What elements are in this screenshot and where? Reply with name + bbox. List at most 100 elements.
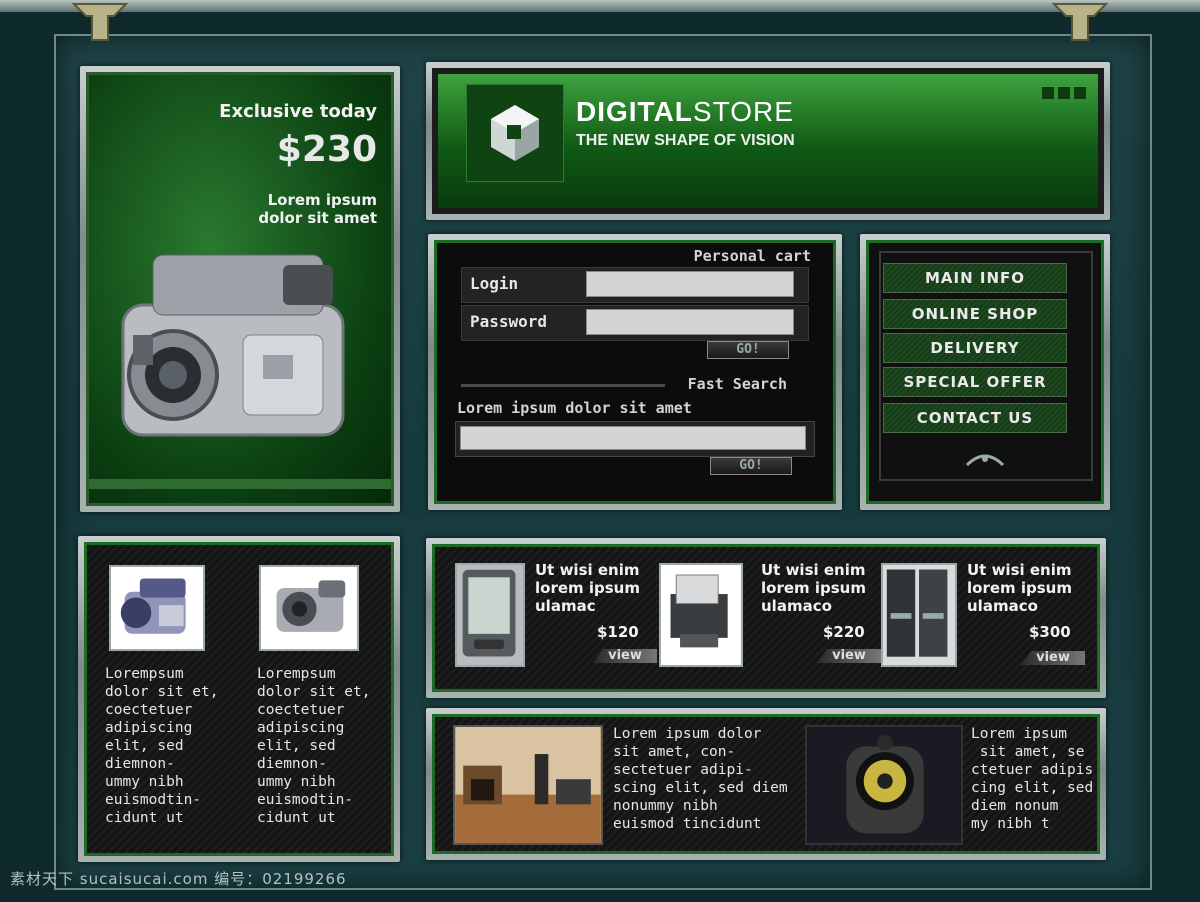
product-thumb-camcorder-2[interactable] [259, 565, 359, 651]
bottom-text-1-line: sit amet, con- [613, 744, 736, 760]
cart-search-inner: Personal cart Login Password GO! Fast Se… [434, 240, 836, 504]
bottom-text-2: Lorem ipsum sit amet, se ctetuer adipis … [971, 725, 1093, 833]
brand-name-bold: DIGITAL [576, 96, 693, 127]
login-label: Login [470, 274, 519, 293]
header-dot [1074, 87, 1086, 99]
product-3-line2: lorem ipsum [967, 579, 1072, 597]
bottom-text-1: Lorem ipsum dolor sit amet, con- sectetu… [613, 725, 788, 833]
left-product-text-line: elit, sed [257, 738, 336, 754]
header-inner: DIGITALSTORE THE NEW SHAPE OF VISION [432, 68, 1104, 214]
search-go-button[interactable]: GO! [710, 457, 792, 475]
product-2-view-button[interactable]: view [817, 649, 881, 663]
menu-item-online-shop[interactable]: ONLINE SHOP [883, 299, 1067, 329]
left-product-text-line: Lorempsum [105, 666, 184, 682]
left-product-text-line: elit, sed [105, 738, 184, 754]
search-caption: Lorem ipsum dolor sit amet [457, 399, 692, 417]
menu-item-delivery[interactable]: DELIVERY [883, 333, 1067, 363]
product-1-view-button[interactable]: view [593, 649, 657, 663]
promo-line1: Lorem ipsum [267, 191, 377, 209]
product-1-line2: lorem ipsum [535, 579, 640, 597]
product-1-title: Ut wisi enim lorem ipsum ulamac [535, 561, 640, 615]
promo-inner: Exclusive today $230 Lorem ipsum dolor s… [86, 72, 394, 506]
login-row: Login [461, 267, 809, 303]
left-product-text-line: cidunt ut [105, 810, 184, 826]
product-1-line1: Ut wisi enim [535, 561, 640, 579]
left-product-text-line: adipiscing [105, 720, 193, 736]
promo-title: Exclusive today [219, 101, 377, 122]
promo-price: $230 [276, 129, 377, 170]
menu-panel: MAIN INFO ONLINE SHOP DELIVERY SPECIAL O… [860, 234, 1110, 510]
left-product-text-line: dolor sit et, [257, 684, 371, 700]
product-2-price: $220 [823, 623, 865, 641]
left-product-text-line: Lorempsum [257, 666, 336, 682]
product-thumb-camcorder-1[interactable] [109, 565, 205, 651]
bottom-text-1-line: euismod tincidunt [613, 816, 762, 832]
ornament-clamp-right [1050, 0, 1110, 44]
search-input[interactable] [460, 426, 806, 450]
product-thumb-tower[interactable] [881, 563, 957, 667]
left-product-text-line: diemnon- [105, 756, 175, 772]
bottom-text-2-line: sit amet, se [971, 744, 1085, 760]
product-3-line3: ulamaco [967, 597, 1038, 615]
living-room-image[interactable] [453, 725, 603, 845]
left-products-inner: Lorempsum dolor sit et, coectetuer adipi… [84, 542, 394, 856]
bottom-text-2-line: ctetuer adipis [971, 762, 1094, 778]
header-dot [1042, 87, 1054, 99]
login-input[interactable] [586, 271, 794, 297]
product-1-price: $120 [597, 623, 639, 641]
bottom-text-2-line: Lorem ipsum [971, 726, 1068, 742]
brand-name-light: STORE [692, 96, 794, 127]
ornament-icon [965, 451, 1005, 469]
left-product-2-text: Lorempsum dolor sit et, coectetuer adipi… [257, 665, 371, 827]
watermark-text: 素材天下 sucaisucai.com 编号：02199266 [10, 870, 347, 888]
bottom-text-1-line: nonummy nibh [613, 798, 718, 814]
product-3-view-button[interactable]: view [1021, 651, 1085, 665]
bottom-text-2-line: my nibh t [971, 816, 1050, 832]
products-inner: Ut wisi enim lorem ipsum ulamac $120 vie… [432, 544, 1100, 692]
product-2-line1: Ut wisi enim [761, 561, 866, 579]
bottom-text-1-line: Lorem ipsum dolor [613, 726, 762, 742]
left-product-text-line: dolor sit et, [105, 684, 219, 700]
speaker-image[interactable] [805, 725, 963, 845]
bottom-text-2-line: cing elit, sed [971, 780, 1094, 796]
left-product-text-line: coectetuer [257, 702, 345, 718]
cart-title: Personal cart [693, 247, 811, 265]
left-product-text-line: euismodtin- [257, 792, 354, 808]
menu-inner: MAIN INFO ONLINE SHOP DELIVERY SPECIAL O… [866, 240, 1104, 504]
header-panel: DIGITALSTORE THE NEW SHAPE OF VISION [426, 62, 1110, 220]
product-2-line3: ulamaco [761, 597, 832, 615]
password-row: Password [461, 305, 809, 341]
password-label: Password [470, 312, 548, 331]
bottom-panel: Lorem ipsum dolor sit amet, con- sectetu… [426, 708, 1106, 860]
product-thumb-pda[interactable] [455, 563, 525, 667]
header-dot [1058, 87, 1070, 99]
top-rail [0, 0, 1200, 12]
left-product-text-line: cidunt ut [257, 810, 336, 826]
brand-name: DIGITALSTORE [576, 96, 794, 128]
left-product-text-line: ummy nibh [105, 774, 184, 790]
password-input[interactable] [586, 309, 794, 335]
promo-line2: dolor sit amet [258, 209, 377, 227]
header-dots [1038, 84, 1086, 103]
cart-search-panel: Personal cart Login Password GO! Fast Se… [428, 234, 842, 510]
products-panel: Ut wisi enim lorem ipsum ulamac $120 vie… [426, 538, 1106, 698]
cube-logo-icon [491, 105, 539, 161]
product-thumb-printer[interactable] [659, 563, 743, 667]
product-3-price: $300 [1029, 623, 1071, 641]
bottom-text-1-line: sectetuer adipi- [613, 762, 753, 778]
login-go-button[interactable]: GO! [707, 341, 789, 359]
menu-item-main-info[interactable]: MAIN INFO [883, 263, 1067, 293]
product-2-line2: lorem ipsum [761, 579, 866, 597]
camcorder-image[interactable] [93, 245, 383, 465]
ornament-clamp-left [70, 0, 130, 44]
product-1-line3: ulamac [535, 597, 596, 615]
search-row [455, 421, 815, 457]
menu-item-contact-us[interactable]: CONTACT US [883, 403, 1067, 433]
promo-bottom-bar [89, 479, 391, 489]
left-product-text-line: adipiscing [257, 720, 345, 736]
product-2-title: Ut wisi enim lorem ipsum ulamaco [761, 561, 866, 615]
menu-item-special-offer[interactable]: SPECIAL OFFER [883, 367, 1067, 397]
product-3-title: Ut wisi enim lorem ipsum ulamaco [967, 561, 1072, 615]
promo-panel: Exclusive today $230 Lorem ipsum dolor s… [80, 66, 400, 512]
left-product-text-line: ummy nibh [257, 774, 336, 790]
